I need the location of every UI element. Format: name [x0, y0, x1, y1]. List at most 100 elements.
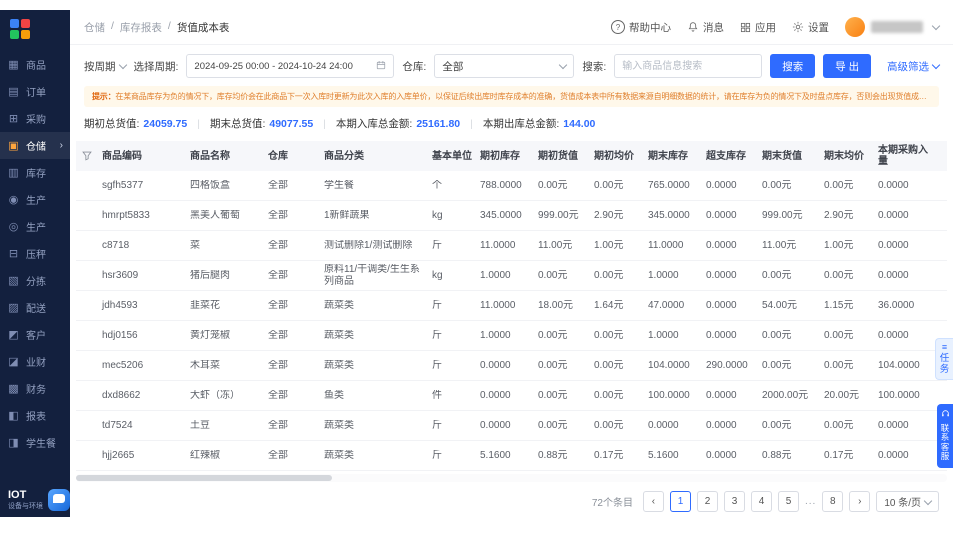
settings-button[interactable]: 设置 — [792, 20, 829, 35]
breadcrumb: 仓储 / 库存报表 / 货值成本表 — [84, 20, 229, 35]
table-cell: 全部 — [268, 239, 288, 251]
help-center-button[interactable]: ? 帮助中心 — [611, 20, 671, 35]
contact-service-label: 联系客服 — [940, 422, 950, 461]
summary-value: 25161.80 — [416, 117, 461, 130]
search-input[interactable] — [614, 54, 763, 78]
period-type-select[interactable]: 按周期 — [84, 59, 127, 74]
breadcrumb-separator: / — [111, 19, 114, 32]
table-cell: 0.17元 — [594, 449, 624, 461]
table-cell: 全部 — [268, 449, 288, 461]
pagination-page-3[interactable]: 3 — [723, 491, 745, 512]
table-cell: 黑美人葡萄 — [190, 209, 240, 221]
table-row[interactable]: hmrpt5833 黑美人葡萄 全部 1新鲜蔬果 kg 345.0000 999.00元 2.… — [76, 201, 947, 231]
pagination-page-5[interactable]: 5 — [777, 491, 799, 512]
table-cell: 0.00元 — [762, 179, 792, 191]
hint-text: 在某商品库存为负的情况下，库存均价会在此商品下一次入库时更新为此次入库的入库单价… — [115, 92, 939, 101]
table-row[interactable]: c8718 菜 全部 测试删除1/测试删除 斤 11.0000 11.00元 1.00元 11.… — [76, 231, 947, 261]
sidebar-item-production[interactable]: ◉ 生产 — [0, 186, 70, 213]
table-cell: dxd8662 — [102, 389, 141, 401]
table-cell: 0.00元 — [824, 329, 854, 341]
summary-label: 期末总货值: — [209, 118, 266, 130]
table-cell: 学生餐 — [324, 179, 354, 191]
advanced-filter-toggle[interactable]: 高级筛选 — [887, 59, 941, 74]
customers-icon: ◩ — [8, 329, 19, 341]
pagination-page-1[interactable]: 1 — [669, 491, 691, 512]
search-button[interactable]: 搜索 — [770, 54, 816, 78]
scrollbar-thumb[interactable] — [76, 475, 332, 481]
sidebar-item-label: 客户 — [26, 331, 46, 342]
pagination-page-2[interactable]: 2 — [696, 491, 718, 512]
sidebar-item-delivery[interactable]: ▨ 配送 — [0, 294, 70, 321]
sidebar-item-reports[interactable]: ◧ 报表 — [0, 402, 70, 429]
sidebar-item-weighing[interactable]: ⊟ 压秤 — [0, 240, 70, 267]
sidebar-item-business-finance[interactable]: ◪ 业财 — [0, 348, 70, 375]
table-cell: 0.0000 — [706, 179, 737, 191]
sidebar-item-student-meal[interactable]: ◨ 学生餐 — [0, 429, 70, 456]
pagination-next-button[interactable]: › — [849, 491, 871, 512]
column-header: 期末均价 — [824, 150, 864, 162]
table-cell: 0.00元 — [538, 329, 568, 341]
breadcrumb-item[interactable]: 仓储 — [84, 20, 105, 35]
app-window: ▦ 商品 ▤ 订单 ⊞ 采购 ▣ 仓储 › ▥ 库存 ◉ 生产 ◎ 生产 ⊟ 压秤 ▧ 分拣 ▨ 配送 ◩ 客户 ◪ 业财 ▩ 财务… — [0, 10, 953, 517]
sidebar-item-inventory[interactable]: ▥ 库存 — [0, 159, 70, 186]
user-menu[interactable] — [845, 17, 941, 37]
table-cell: 0.00元 — [538, 389, 568, 401]
task-float-button[interactable]: ≡ 任务 — [935, 338, 953, 380]
table-row[interactable]: hjj2665 红辣椒 全部 蔬菜类 斤 5.1600 0.88元 0.17元 5.1600 0.… — [76, 441, 947, 471]
column-filter-icon[interactable] — [76, 141, 98, 171]
column-header: 基本单位 — [432, 150, 472, 162]
column-header: 期初均价 — [594, 150, 634, 162]
sidebar-item-production-2[interactable]: ◎ 生产 — [0, 213, 70, 240]
messages-button[interactable]: 消息 — [687, 20, 724, 35]
iot-chat-icon[interactable] — [48, 489, 70, 511]
breadcrumb-item[interactable]: 库存报表 — [120, 20, 162, 35]
apps-label: 应用 — [755, 21, 776, 34]
table-cell: 1.0000 — [648, 329, 679, 341]
pagination-page-8[interactable]: 8 — [822, 491, 844, 512]
horizontal-scrollbar[interactable] — [76, 474, 947, 482]
reports-icon: ◧ — [8, 410, 19, 422]
sidebar-item-products[interactable]: ▦ 商品 — [0, 51, 70, 78]
table-row[interactable]: sgfh5377 四格饭盒 全部 学生餐 个 788.0000 0.00元 0.00元 765.… — [76, 171, 947, 201]
finance-icon: ▩ — [8, 383, 19, 395]
warehouse-select[interactable]: 全部 — [434, 54, 575, 78]
page-size-select[interactable]: 10 条/页 — [876, 491, 939, 512]
table-cell: 蔬菜类 — [324, 359, 354, 371]
table-row[interactable]: hsr3609 猪后腿肉 全部 原料11/干调类/生生系列商品 kg 1.0000 0.00… — [76, 261, 947, 291]
contact-service-float-button[interactable]: 联系客服 — [937, 404, 953, 468]
table-cell: 1新鲜蔬果 — [324, 209, 370, 221]
sidebar-item-sorting[interactable]: ▧ 分拣 — [0, 267, 70, 294]
chevron-down-icon — [559, 60, 568, 70]
table-cell: 全部 — [268, 389, 288, 401]
table-row[interactable]: hdj0156 黄灯笼椒 全部 蔬菜类 斤 1.0000 0.00元 0.00元 1.0000 0… — [76, 321, 947, 351]
sidebar-item-warehouse[interactable]: ▣ 仓储 › — [0, 132, 70, 159]
topbar-actions: ? 帮助中心 消息 应用 设置 — [611, 20, 829, 35]
sidebar-item-label: 采购 — [26, 115, 46, 126]
sidebar-item-customers[interactable]: ◩ 客户 — [0, 321, 70, 348]
export-button[interactable]: 导 出 — [823, 54, 872, 78]
sidebar-item-purchase[interactable]: ⊞ 采购 — [0, 105, 70, 132]
table-cell: 原料11/干调类/生生系列商品 — [324, 264, 420, 287]
table-row[interactable]: dxd8662 大虾（冻） 全部 鱼类 件 0.0000 0.00元 0.00元 100.000… — [76, 381, 947, 411]
table-cell: 全部 — [268, 209, 288, 221]
table-cell: td7524 — [102, 419, 133, 431]
table-cell: 11.0000 — [648, 239, 684, 251]
pagination-page-4[interactable]: 4 — [750, 491, 772, 512]
table-cell: 斤 — [432, 359, 442, 371]
apps-button[interactable]: 应用 — [740, 20, 776, 35]
table-row[interactable]: mec5206 木耳菜 全部 蔬菜类 斤 0.0000 0.00元 0.00元 104.0000… — [76, 351, 947, 381]
sidebar-item-finance[interactable]: ▩ 财务 — [0, 375, 70, 402]
table-cell: 0.00元 — [538, 179, 568, 191]
date-range-picker[interactable]: 2024-09-25 00:00 - 2024-10-24 24:00 — [186, 54, 395, 78]
sidebar-item-orders[interactable]: ▤ 订单 — [0, 78, 70, 105]
table-cell: 0.00元 — [824, 419, 854, 431]
table-cell: 100.0000 — [648, 389, 690, 401]
table-cell: 2.90元 — [594, 209, 624, 221]
table-cell: 1.0000 — [480, 329, 511, 341]
sidebar-item-label: 库存 — [26, 169, 46, 180]
table-cell: 0.0000 — [648, 419, 679, 431]
table-row[interactable]: td7524 土豆 全部 蔬菜类 斤 0.0000 0.00元 0.00元 0.0000 0.00… — [76, 411, 947, 441]
table-cell: 11.0000 — [480, 299, 516, 311]
pagination-prev-button[interactable]: ‹ — [642, 491, 664, 512]
table-row[interactable]: jdh4593 韭菜花 全部 蔬菜类 斤 11.0000 18.00元 1.64元 47.000… — [76, 291, 947, 321]
